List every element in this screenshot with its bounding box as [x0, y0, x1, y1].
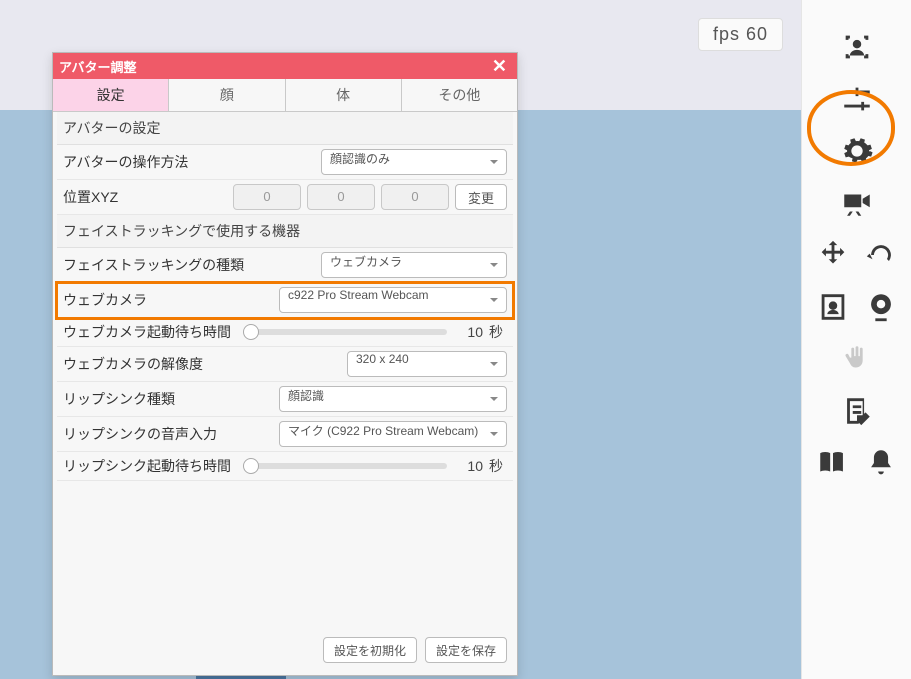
- note-icon[interactable]: [802, 394, 911, 428]
- panel: アバターの設定 アバターの操作方法 顔認識のみ 位置XYZ 0 0 0 変更 フ…: [53, 112, 517, 675]
- close-icon[interactable]: ✕: [488, 56, 511, 77]
- slider-lipsync-wait[interactable]: [247, 463, 447, 469]
- row-lipsync-wait: リップシンク起動待ち時間 10 秒: [57, 452, 513, 481]
- unit: 秒: [489, 322, 507, 342]
- sliders-icon[interactable]: [802, 82, 911, 116]
- avatar-settings-dialog: アバター調整 ✕ 設定 顔 体 その他 アバターの設定 アバターの操作方法 顔認…: [52, 52, 518, 676]
- label: リップシンク起動待ち時間: [63, 456, 241, 476]
- select-webcam-res[interactable]: 320 x 240: [347, 351, 507, 377]
- input-z[interactable]: 0: [381, 184, 449, 210]
- label: ウェブカメラの解像度: [63, 354, 341, 374]
- select-track-type[interactable]: ウェブカメラ: [321, 252, 507, 278]
- avatar-icon[interactable]: [802, 30, 911, 64]
- tab-other[interactable]: その他: [402, 79, 517, 111]
- tab-bar: 設定 顔 体 その他: [53, 79, 517, 112]
- label: 位置XYZ: [63, 187, 227, 207]
- label: ウェブカメラ: [63, 290, 273, 310]
- tab-settings[interactable]: 設定: [53, 79, 169, 111]
- save-button[interactable]: 設定を保存: [425, 637, 507, 663]
- row-position: 位置XYZ 0 0 0 変更: [57, 180, 513, 215]
- gear-icon[interactable]: [802, 134, 911, 168]
- fps-badge: fps 60: [698, 18, 783, 51]
- dialog-footer: 設定を初期化 設定を保存: [57, 631, 513, 669]
- input-x[interactable]: 0: [233, 184, 301, 210]
- row-lipsync-audio: リップシンクの音声入力 マイク (C922 Pro Stream Webcam): [57, 417, 513, 452]
- row-webcam-res: ウェブカメラの解像度 320 x 240: [57, 347, 513, 382]
- portrait-webcam-icon[interactable]: [802, 290, 911, 324]
- slider-webcam-wait[interactable]: [247, 329, 447, 335]
- hand-icon[interactable]: [802, 342, 911, 376]
- select-lipsync-audio[interactable]: マイク (C922 Pro Stream Webcam): [279, 421, 507, 447]
- row-track-type: フェイストラッキングの種類 ウェブカメラ: [57, 248, 513, 283]
- unit: 秒: [489, 456, 507, 476]
- label: フェイストラッキングの種類: [63, 255, 315, 275]
- fps-value: 60: [746, 24, 768, 44]
- reset-button[interactable]: 設定を初期化: [323, 637, 417, 663]
- move-rotate-icon[interactable]: [802, 238, 911, 272]
- row-webcam: ウェブカメラ c922 Pro Stream Webcam: [57, 283, 513, 318]
- label: リップシンクの音声入力: [63, 424, 273, 444]
- row-control-method: アバターの操作方法 顔認識のみ: [57, 145, 513, 180]
- fps-label: fps: [713, 24, 740, 44]
- value: 10: [453, 458, 483, 474]
- right-toolbar: [801, 0, 911, 679]
- select-webcam[interactable]: c922 Pro Stream Webcam: [279, 287, 507, 313]
- dialog-titlebar[interactable]: アバター調整 ✕: [53, 53, 517, 79]
- book-bell-icon[interactable]: [802, 446, 911, 480]
- input-y[interactable]: 0: [307, 184, 375, 210]
- row-webcam-wait: ウェブカメラ起動待ち時間 10 秒: [57, 318, 513, 347]
- dialog-title: アバター調整: [59, 57, 136, 76]
- section-avatar: アバターの設定: [57, 112, 513, 145]
- tab-face[interactable]: 顔: [169, 79, 285, 111]
- label: リップシンク種類: [63, 389, 273, 409]
- row-lipsync-type: リップシンク種類 顔認識: [57, 382, 513, 417]
- camera-icon[interactable]: [802, 186, 911, 220]
- section-face-device: フェイストラッキングで使用する機器: [57, 215, 513, 248]
- label: ウェブカメラ起動待ち時間: [63, 322, 241, 342]
- change-button[interactable]: 変更: [455, 184, 507, 210]
- label: アバターの操作方法: [63, 152, 315, 172]
- select-lipsync[interactable]: 顔認識: [279, 386, 507, 412]
- select-control-method[interactable]: 顔認識のみ: [321, 149, 507, 175]
- value: 10: [453, 324, 483, 340]
- tab-body[interactable]: 体: [286, 79, 402, 111]
